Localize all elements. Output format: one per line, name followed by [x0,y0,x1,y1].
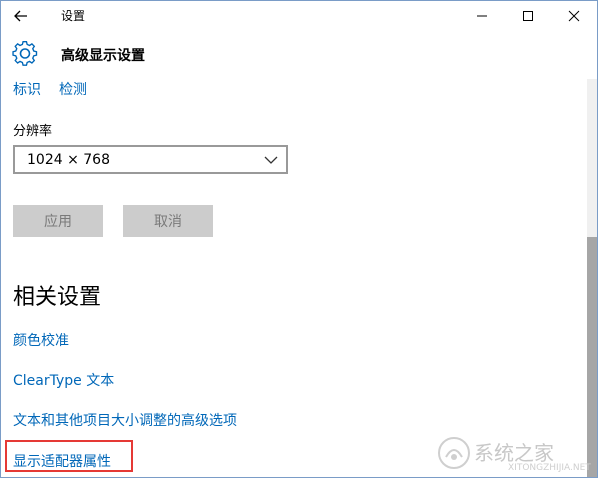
color-calibration-link[interactable]: 颜色校准 [13,330,69,350]
cancel-button[interactable]: 取消 [123,205,213,237]
scrollbar-thumb[interactable] [587,237,597,477]
maximize-icon [523,11,533,21]
gear-icon [12,41,38,66]
window-title: 设置 [61,9,86,23]
settings-content: 标识 检测 分辨率 1024 × 768 应用 取消 相关设置 颜色校准 Cle… [1,79,587,477]
settings-window: 设置 高级显示设置 标识 检测 分辨率 1024 × 768 应用 取消 相关设… [0,0,598,478]
close-button[interactable] [551,1,597,31]
page-header: 高级显示设置 [1,31,597,79]
maximize-button[interactable] [505,1,551,31]
title-bar: 设置 [1,1,597,31]
back-button[interactable] [7,4,35,28]
top-links: 标识 检测 [13,79,87,99]
back-arrow-icon [14,10,27,22]
minimize-button[interactable] [459,1,505,31]
highlight-box [5,440,133,472]
resolution-label: 分辨率 [13,124,53,139]
page-title: 高级显示设置 [61,48,145,64]
resolution-value: 1024 × 768 [27,152,110,168]
identify-link[interactable]: 标识 [13,79,41,99]
detect-link[interactable]: 检测 [59,79,87,99]
resolution-dropdown[interactable]: 1024 × 768 [13,145,288,174]
chevron-down-icon [264,156,278,164]
scrollbar[interactable] [587,79,597,477]
minimize-icon [477,15,487,17]
cleartype-text-link[interactable]: ClearType 文本 [13,370,114,390]
related-settings-heading: 相关设置 [13,285,102,310]
apply-button[interactable]: 应用 [13,205,103,237]
advanced-sizing-link[interactable]: 文本和其他项目大小调整的高级选项 [13,410,237,430]
close-icon [568,10,580,22]
